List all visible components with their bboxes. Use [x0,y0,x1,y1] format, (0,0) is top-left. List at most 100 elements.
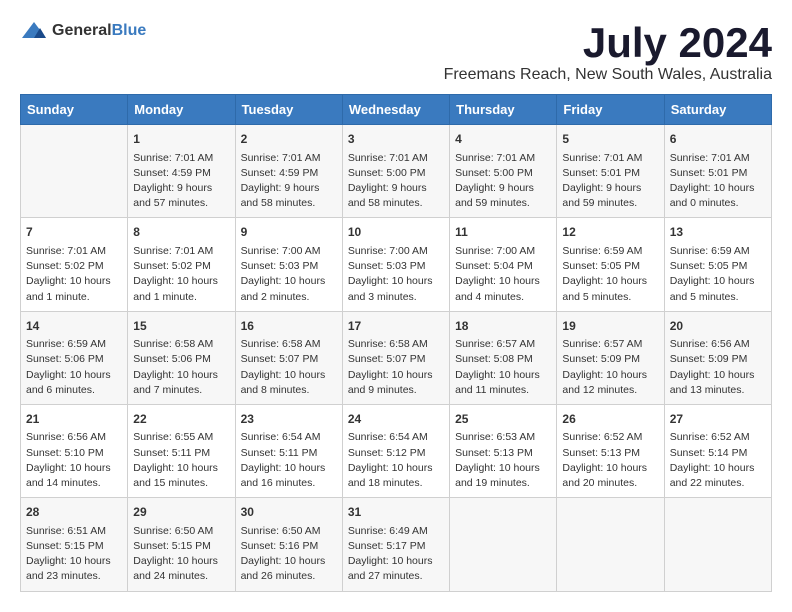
cell-text-line: and 14 minutes. [26,476,122,491]
calendar-cell: 7Sunrise: 7:01 AMSunset: 5:02 PMDaylight… [21,218,128,311]
calendar-cell: 14Sunrise: 6:59 AMSunset: 5:06 PMDayligh… [21,311,128,404]
day-number: 12 [562,224,658,241]
subtitle: Freemans Reach, New South Wales, Austral… [444,66,772,84]
calendar-cell: 22Sunrise: 6:55 AMSunset: 5:11 PMDayligh… [128,404,235,497]
cell-text-line: and 13 minutes. [670,383,766,398]
day-number: 20 [670,318,766,335]
cell-text-line: Daylight: 10 hours [133,461,229,476]
cell-text-line: Sunrise: 7:01 AM [133,151,229,166]
calendar-cell: 5Sunrise: 7:01 AMSunset: 5:01 PMDaylight… [557,125,664,218]
cell-text-line: Daylight: 10 hours [670,274,766,289]
cell-text-line: Sunrise: 6:49 AM [348,524,444,539]
day-number: 9 [241,224,337,241]
cell-text-line: Sunset: 5:00 PM [455,166,551,181]
calendar-cell: 29Sunrise: 6:50 AMSunset: 5:15 PMDayligh… [128,498,235,591]
day-number: 2 [241,131,337,148]
week-row-5: 28Sunrise: 6:51 AMSunset: 5:15 PMDayligh… [21,498,772,591]
header-sunday: Sunday [21,95,128,125]
calendar-cell: 31Sunrise: 6:49 AMSunset: 5:17 PMDayligh… [342,498,449,591]
week-row-3: 14Sunrise: 6:59 AMSunset: 5:06 PMDayligh… [21,311,772,404]
header-saturday: Saturday [664,95,771,125]
header-monday: Monday [128,95,235,125]
cell-text-line: Sunset: 5:03 PM [241,259,337,274]
cell-text-line: Sunset: 5:07 PM [241,352,337,367]
cell-text-line: Sunrise: 6:50 AM [133,524,229,539]
cell-text-line: Sunset: 5:14 PM [670,446,766,461]
cell-text-line: Sunset: 5:02 PM [133,259,229,274]
day-number: 10 [348,224,444,241]
cell-text-line: Sunrise: 6:53 AM [455,430,551,445]
cell-text-line: Sunrise: 7:01 AM [348,151,444,166]
cell-text-line: Sunset: 5:06 PM [133,352,229,367]
cell-text-line: Sunset: 5:11 PM [241,446,337,461]
calendar-cell: 19Sunrise: 6:57 AMSunset: 5:09 PMDayligh… [557,311,664,404]
day-number: 6 [670,131,766,148]
cell-text-line: Sunrise: 7:00 AM [241,244,337,259]
cell-text-line: and 11 minutes. [455,383,551,398]
calendar-cell: 4Sunrise: 7:01 AMSunset: 5:00 PMDaylight… [450,125,557,218]
week-row-2: 7Sunrise: 7:01 AMSunset: 5:02 PMDaylight… [21,218,772,311]
calendar-cell: 6Sunrise: 7:01 AMSunset: 5:01 PMDaylight… [664,125,771,218]
cell-text-line: Sunset: 5:12 PM [348,446,444,461]
cell-text-line: Sunset: 5:17 PM [348,539,444,554]
week-row-1: 1Sunrise: 7:01 AMSunset: 4:59 PMDaylight… [21,125,772,218]
cell-text-line: and 16 minutes. [241,476,337,491]
cell-text-line: Daylight: 10 hours [26,461,122,476]
day-number: 22 [133,411,229,428]
day-number: 19 [562,318,658,335]
cell-text-line: Sunrise: 6:57 AM [562,337,658,352]
cell-text-line: and 18 minutes. [348,476,444,491]
calendar-cell: 26Sunrise: 6:52 AMSunset: 5:13 PMDayligh… [557,404,664,497]
cell-text-line: Daylight: 10 hours [562,368,658,383]
day-number: 25 [455,411,551,428]
cell-text-line: Daylight: 10 hours [562,461,658,476]
day-number: 31 [348,504,444,521]
calendar-cell [557,498,664,591]
cell-text-line: Daylight: 10 hours [562,274,658,289]
logo-icon [20,20,48,42]
cell-text-line: and 59 minutes. [562,196,658,211]
cell-text-line: Daylight: 10 hours [26,368,122,383]
calendar-cell: 16Sunrise: 6:58 AMSunset: 5:07 PMDayligh… [235,311,342,404]
day-number: 18 [455,318,551,335]
cell-text-line: Sunrise: 6:58 AM [241,337,337,352]
cell-text-line: Daylight: 9 hours [348,181,444,196]
cell-text-line: Sunrise: 7:00 AM [455,244,551,259]
cell-text-line: Daylight: 10 hours [348,368,444,383]
cell-text-line: and 22 minutes. [670,476,766,491]
cell-text-line: and 1 minute. [26,290,122,305]
cell-text-line: Sunset: 5:06 PM [26,352,122,367]
calendar-cell: 18Sunrise: 6:57 AMSunset: 5:08 PMDayligh… [450,311,557,404]
calendar-cell: 30Sunrise: 6:50 AMSunset: 5:16 PMDayligh… [235,498,342,591]
cell-text-line: Sunrise: 7:01 AM [133,244,229,259]
cell-text-line: and 0 minutes. [670,196,766,211]
day-number: 30 [241,504,337,521]
day-number: 24 [348,411,444,428]
cell-text-line: Sunset: 5:02 PM [26,259,122,274]
cell-text-line: and 26 minutes. [241,569,337,584]
cell-text-line: Sunset: 4:59 PM [241,166,337,181]
calendar-cell: 15Sunrise: 6:58 AMSunset: 5:06 PMDayligh… [128,311,235,404]
cell-text-line: and 57 minutes. [133,196,229,211]
calendar-cell [21,125,128,218]
header-thursday: Thursday [450,95,557,125]
cell-text-line: Daylight: 9 hours [455,181,551,196]
cell-text-line: Sunset: 5:03 PM [348,259,444,274]
header-friday: Friday [557,95,664,125]
calendar-cell [450,498,557,591]
cell-text-line: Sunrise: 6:58 AM [348,337,444,352]
calendar-cell: 13Sunrise: 6:59 AMSunset: 5:05 PMDayligh… [664,218,771,311]
cell-text-line: and 8 minutes. [241,383,337,398]
calendar-cell: 9Sunrise: 7:00 AMSunset: 5:03 PMDaylight… [235,218,342,311]
calendar-cell: 8Sunrise: 7:01 AMSunset: 5:02 PMDaylight… [128,218,235,311]
calendar-cell: 27Sunrise: 6:52 AMSunset: 5:14 PMDayligh… [664,404,771,497]
title-section: July 2024 Freemans Reach, New South Wale… [444,20,772,84]
cell-text-line: Daylight: 10 hours [133,554,229,569]
cell-text-line: Sunset: 4:59 PM [133,166,229,181]
day-number: 14 [26,318,122,335]
cell-text-line: Daylight: 10 hours [241,554,337,569]
calendar-cell: 23Sunrise: 6:54 AMSunset: 5:11 PMDayligh… [235,404,342,497]
cell-text-line: Sunset: 5:15 PM [133,539,229,554]
cell-text-line: Sunset: 5:05 PM [670,259,766,274]
cell-text-line: and 23 minutes. [26,569,122,584]
